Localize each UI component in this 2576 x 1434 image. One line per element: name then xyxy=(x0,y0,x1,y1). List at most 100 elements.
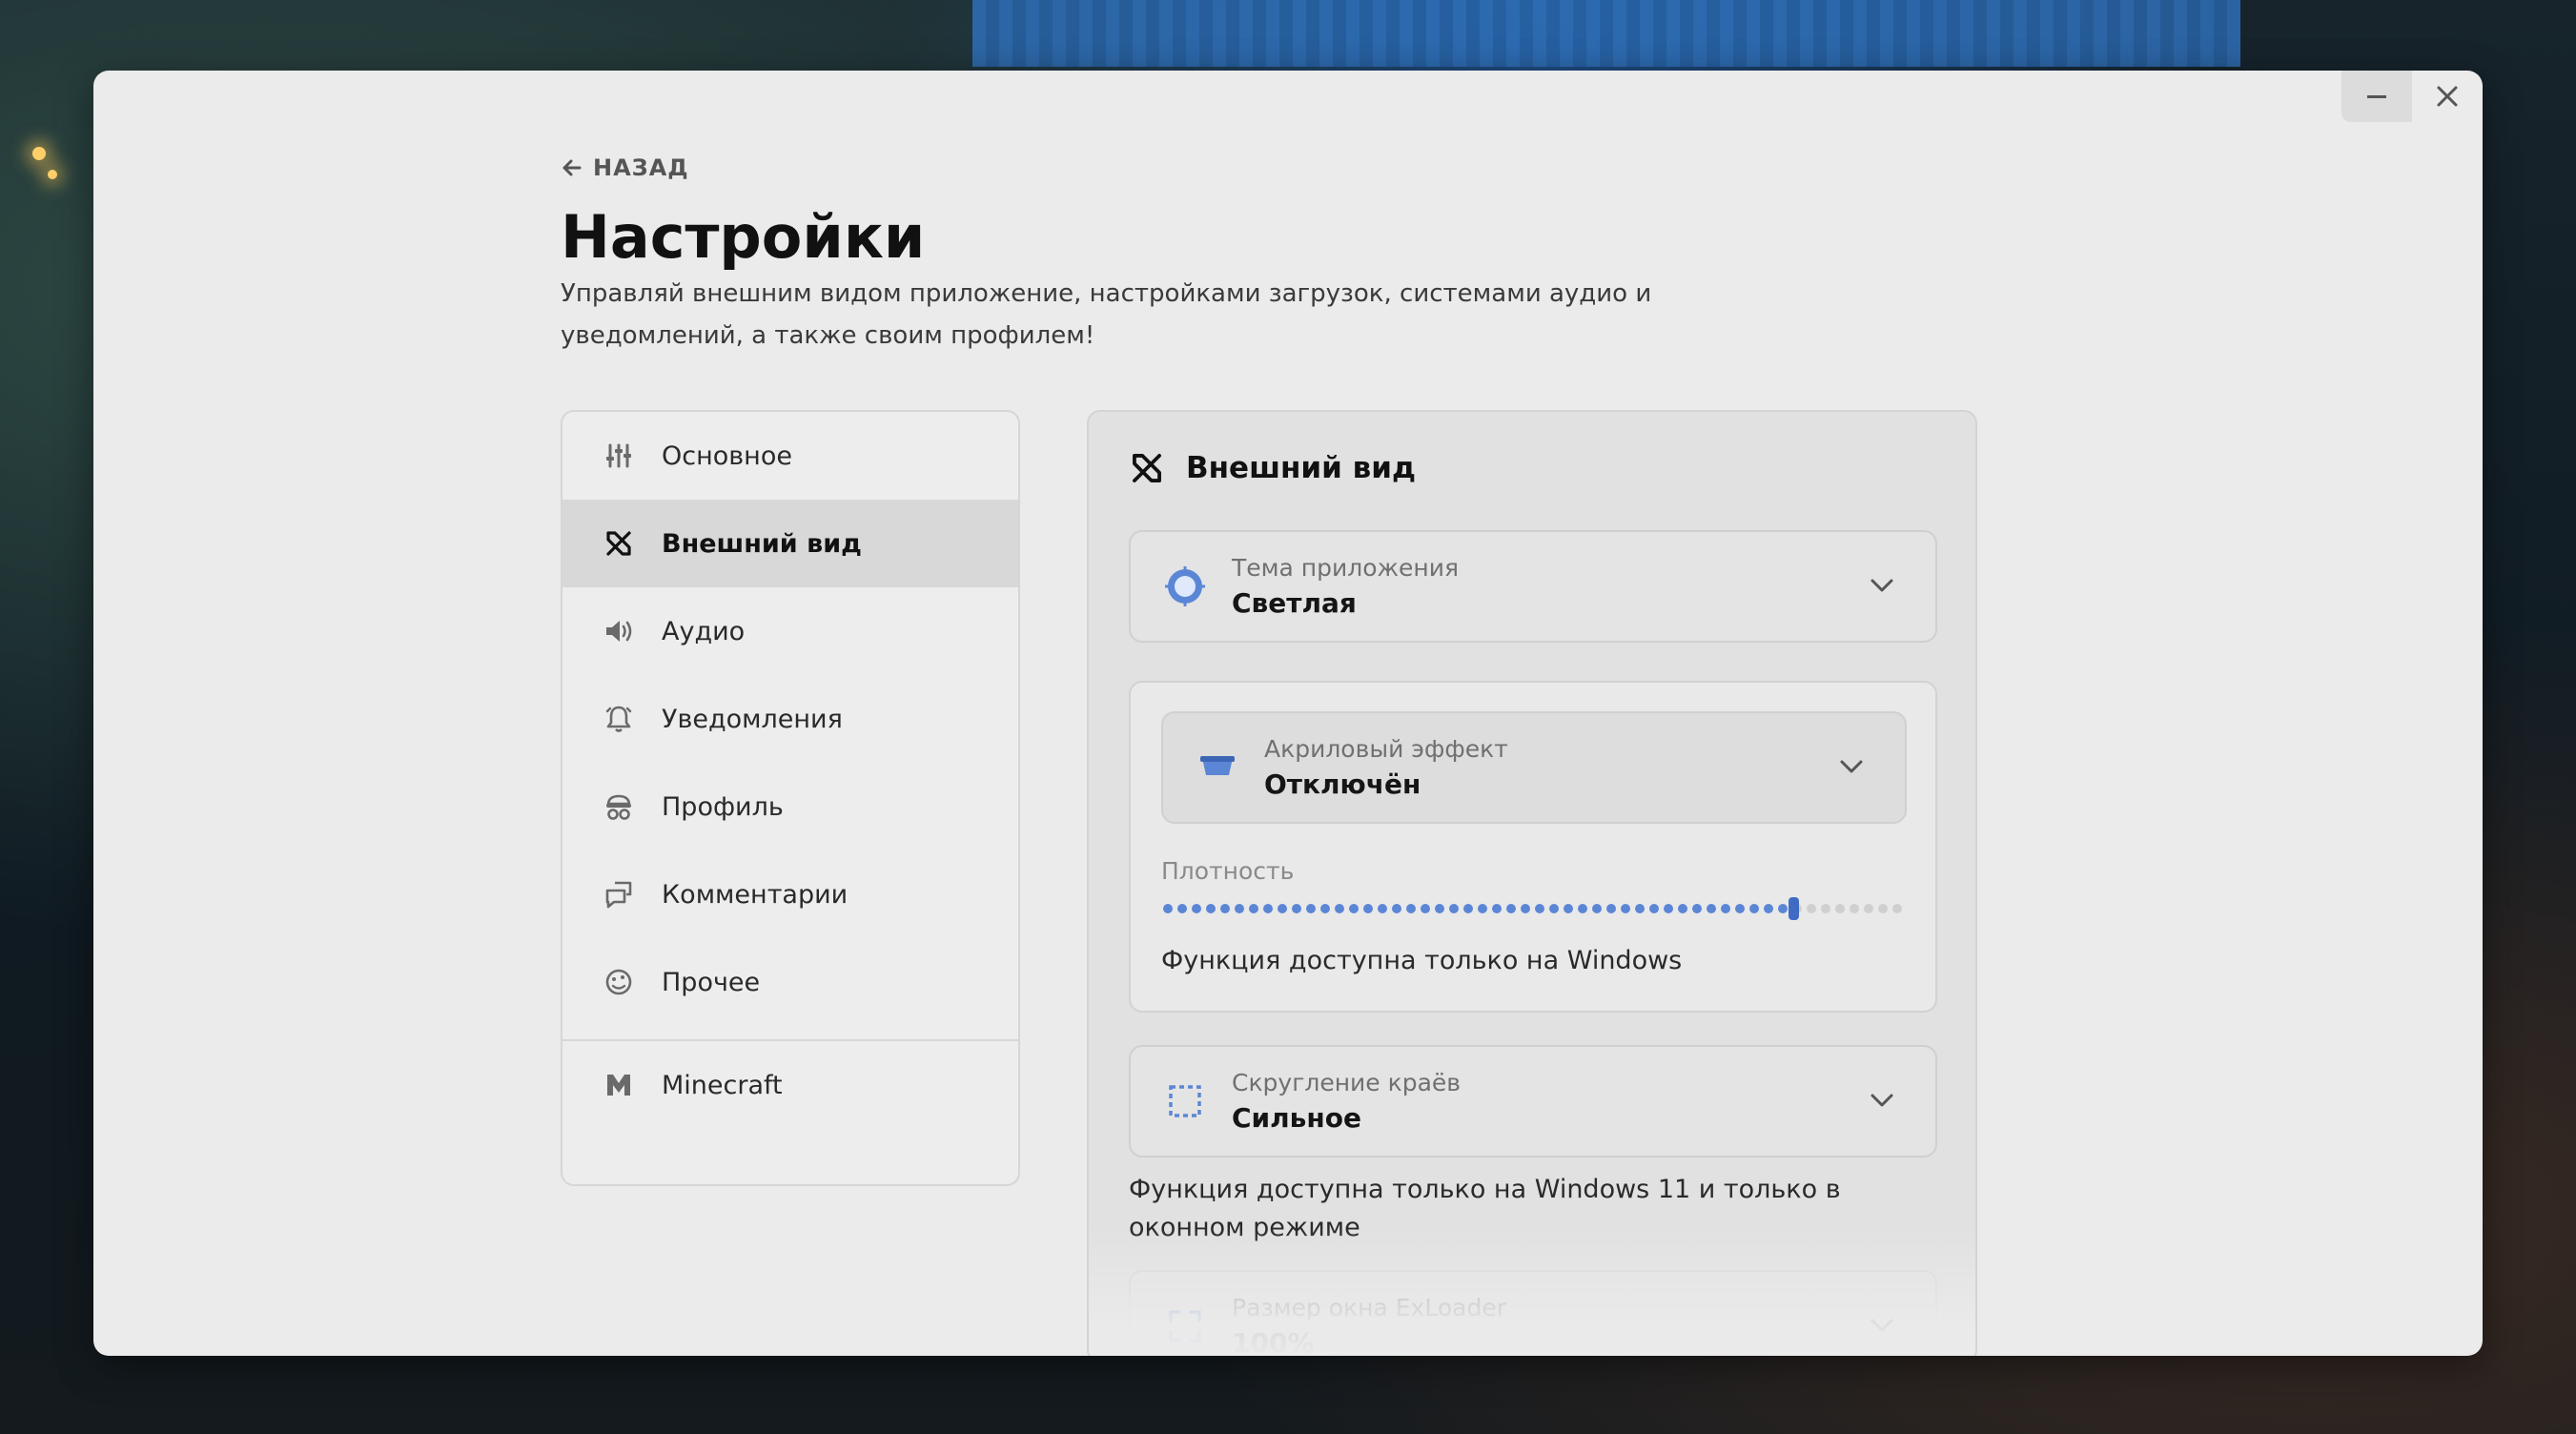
window-size-label: Размер окна ExLoader xyxy=(1232,1294,1506,1321)
page-title: Настройки xyxy=(561,202,926,272)
slider-dot xyxy=(1463,904,1473,913)
slider-dot xyxy=(1850,904,1859,913)
slider-dot xyxy=(1521,904,1530,913)
settings-window: НАЗАД Настройки Управляй внешним видом п… xyxy=(93,71,2483,1356)
corners-label: Скругление краёв xyxy=(1232,1069,1462,1096)
slider-dot xyxy=(1435,904,1444,913)
slider-dot xyxy=(1206,904,1216,913)
minecraft-icon xyxy=(603,1069,635,1101)
slider-dot xyxy=(1606,904,1616,913)
background-lantern xyxy=(32,147,46,160)
window-size-select[interactable]: Размер окна ExLoader 100% xyxy=(1129,1270,1937,1356)
slider-dot xyxy=(1735,904,1745,913)
slider-dot xyxy=(1192,904,1201,913)
slider-dot xyxy=(1592,904,1602,913)
sidebar-item-label: Прочее xyxy=(662,967,761,997)
slider-dot xyxy=(1564,904,1573,913)
slider-dot xyxy=(1578,904,1587,913)
slider-dot xyxy=(1335,904,1344,913)
theme-icon xyxy=(1163,564,1207,608)
back-button[interactable]: НАЗАД xyxy=(561,154,689,181)
slider-dot xyxy=(1349,904,1359,913)
sidebar-item-label: Minecraft xyxy=(662,1070,783,1100)
speaker-icon xyxy=(603,615,635,647)
minimize-icon xyxy=(2367,95,2386,98)
acrylic-select[interactable]: Акриловый эффект Отключён xyxy=(1161,711,1907,824)
appearance-panel: Внешний вид Тема приложения Светлая Акри… xyxy=(1087,410,1977,1356)
density-slider[interactable] xyxy=(1161,894,1907,923)
corners-icon xyxy=(1163,1079,1207,1123)
sliders-icon xyxy=(603,440,635,472)
sidebar-item-appearance[interactable]: Внешний вид xyxy=(562,500,1018,587)
sidebar-item-label: Основное xyxy=(662,440,792,471)
sidebar-item-general[interactable]: Основное xyxy=(562,412,1018,500)
chevron-down-icon xyxy=(1871,1319,1893,1332)
slider-dot xyxy=(1835,904,1845,913)
slider-dot xyxy=(1707,904,1716,913)
slider-dot xyxy=(1220,904,1230,913)
slider-thumb[interactable] xyxy=(1789,897,1799,920)
slider-dot xyxy=(1692,904,1702,913)
panel-title: Внешний вид xyxy=(1186,451,1417,485)
slider-dot xyxy=(1892,904,1902,913)
sidebar-item-misc[interactable]: Прочее xyxy=(562,938,1018,1026)
slider-dot xyxy=(1278,904,1287,913)
slider-dot xyxy=(1764,904,1773,913)
background-roof xyxy=(972,0,2240,67)
slider-dot xyxy=(1678,904,1687,913)
theme-value: Светлая xyxy=(1232,587,1357,619)
paint-tools-icon xyxy=(1133,454,1161,482)
theme-select[interactable]: Тема приложения Светлая xyxy=(1129,530,1937,643)
slider-dot xyxy=(1392,904,1401,913)
close-icon xyxy=(2437,86,2458,107)
slider-dot xyxy=(1621,904,1630,913)
slider-dot xyxy=(1535,904,1544,913)
corner-rounding-select[interactable]: Скругление краёв Сильное xyxy=(1129,1045,1937,1157)
sidebar-item-label: Внешний вид xyxy=(662,528,862,559)
slider-dot xyxy=(1292,904,1301,913)
minimize-button[interactable] xyxy=(2341,71,2412,122)
misc-icon xyxy=(603,966,635,998)
paint-tools-icon xyxy=(603,527,635,560)
acrylic-icon xyxy=(1196,746,1239,789)
sidebar-item-comments[interactable]: Комментарии xyxy=(562,850,1018,938)
window-controls xyxy=(2340,71,2483,122)
settings-sidebar: Основное Внешний вид Аудио Уведомления П… xyxy=(561,410,1020,1186)
slider-dot xyxy=(1163,904,1173,913)
arrow-left-icon xyxy=(562,159,582,176)
slider-dot xyxy=(1807,904,1816,913)
slider-dot xyxy=(1721,904,1730,913)
slider-dot xyxy=(1492,904,1502,913)
back-label: НАЗАД xyxy=(593,154,689,181)
close-button[interactable] xyxy=(2412,71,2483,122)
sidebar-item-minecraft[interactable]: Minecraft xyxy=(562,1041,1018,1129)
sidebar-item-audio[interactable]: Аудио xyxy=(562,587,1018,675)
density-label: Плотность xyxy=(1161,857,1295,885)
acrylic-value: Отключён xyxy=(1264,768,1421,800)
slider-dot xyxy=(1878,904,1888,913)
expand-icon xyxy=(1163,1304,1207,1348)
chevron-down-icon xyxy=(1871,1094,1893,1107)
bell-icon xyxy=(603,703,635,735)
profile-icon xyxy=(603,790,635,823)
panel-header: Внешний вид xyxy=(1129,450,1416,486)
slider-dot xyxy=(1378,904,1387,913)
sidebar-item-label: Аудио xyxy=(662,616,746,646)
acrylic-note: Функция доступна только на Windows xyxy=(1161,946,1683,975)
slider-dot xyxy=(1421,904,1430,913)
acrylic-label: Акриловый эффект xyxy=(1264,735,1508,763)
sidebar-item-profile[interactable]: Профиль xyxy=(562,763,1018,850)
chevron-down-icon xyxy=(1871,579,1893,592)
slider-dot xyxy=(1263,904,1273,913)
slider-dot xyxy=(1635,904,1645,913)
window-size-value: 100% xyxy=(1232,1327,1315,1356)
slider-dot xyxy=(1449,904,1459,913)
corners-value: Сильное xyxy=(1232,1102,1361,1134)
sidebar-item-notifications[interactable]: Уведомления xyxy=(562,675,1018,763)
slider-dot xyxy=(1320,904,1330,913)
slider-dot xyxy=(1778,904,1788,913)
sidebar-item-label: Профиль xyxy=(662,791,784,822)
slider-dot xyxy=(1749,904,1759,913)
chevron-down-icon xyxy=(1840,760,1863,773)
page-subtitle: Управляй внешним видом приложение, настр… xyxy=(561,279,1652,350)
